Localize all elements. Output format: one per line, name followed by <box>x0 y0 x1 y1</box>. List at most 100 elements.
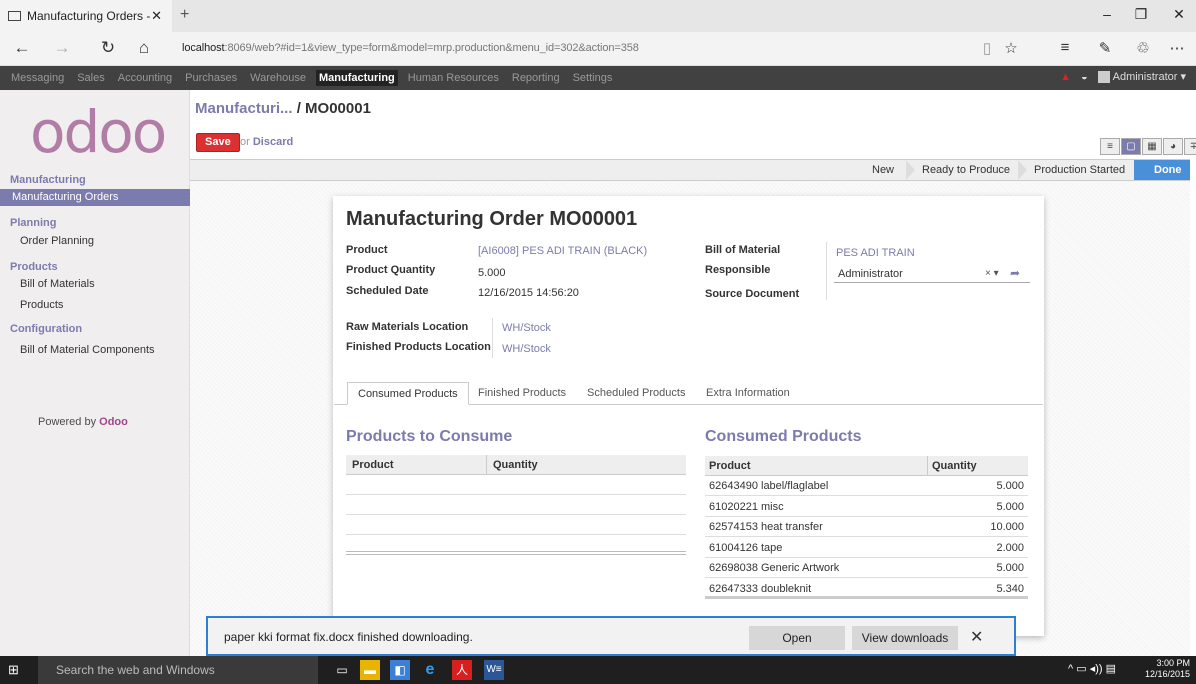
menu-purchases[interactable]: Purchases <box>182 70 240 86</box>
discard-button[interactable]: Discard <box>253 136 293 148</box>
column-product[interactable]: Product <box>352 455 394 475</box>
stage-new[interactable]: New <box>864 160 902 180</box>
clear-dropdown-icon[interactable]: × ▾ <box>985 268 999 279</box>
web-note-icon[interactable]: ✎ <box>1094 39 1116 57</box>
stage-done[interactable]: Done <box>1134 160 1190 180</box>
column-quantity[interactable]: Quantity <box>927 456 977 476</box>
external-link-icon[interactable]: ➦ <box>1010 266 1020 280</box>
home-icon[interactable]: ⌂ <box>132 38 156 58</box>
url-path: :8069/web?#id=1&view_type=form&model=mrp… <box>224 42 639 54</box>
tab-scheduled-products[interactable]: Scheduled Products <box>577 382 695 405</box>
tab-extra-information[interactable]: Extra Information <box>696 382 800 405</box>
table-row <box>346 495 686 515</box>
new-tab-icon[interactable]: + <box>180 6 189 24</box>
to-consume-title: Products to Consume <box>346 428 513 445</box>
user-name: Administrator <box>1112 71 1178 83</box>
stage-chevron-icon <box>1125 160 1134 180</box>
taskbar-search[interactable]: Search the web and Windows <box>38 656 318 684</box>
row-quantity: 2.000 <box>996 542 1024 554</box>
breadcrumb-current: MO00001 <box>305 100 371 117</box>
menu-warehouse[interactable]: Warehouse <box>247 70 309 86</box>
consumed-title: Consumed Products <box>705 428 862 445</box>
graph-view-icon[interactable]: ◕ <box>1163 138 1183 155</box>
close-icon[interactable]: ✕ <box>970 627 983 647</box>
view-downloads-button[interactable]: View downloads <box>852 626 958 650</box>
refresh-icon[interactable]: ↻ <box>96 38 120 58</box>
table-row[interactable]: 61004126 tape 2.000 <box>705 538 1028 558</box>
forward-icon[interactable]: → <box>50 38 74 58</box>
bom-field[interactable]: PES ADI TRAIN <box>836 247 915 259</box>
row-product: 62574153 heat transfer <box>709 521 823 533</box>
share-icon[interactable]: ♲ <box>1132 39 1154 57</box>
sidebar-header-planning: Planning <box>10 217 57 229</box>
close-window-icon[interactable]: ✕ <box>1164 6 1194 23</box>
product-field[interactable]: [AI6008] PES ADI TRAIN (BLACK) <box>478 245 647 257</box>
or-discard: or Discard <box>240 136 293 148</box>
finished-location-field[interactable]: WH/Stock <box>502 343 551 355</box>
sidebar-item-order-planning[interactable]: Order Planning <box>20 233 200 250</box>
clock[interactable]: 3:00 PM 12/16/2015 <box>1142 658 1190 680</box>
column-quantity[interactable]: Quantity <box>486 455 538 475</box>
save-button[interactable]: Save <box>196 133 240 152</box>
close-tab-icon[interactable]: ✕ <box>151 8 162 24</box>
table-row[interactable]: 62643490 label/flaglabel 5.000 <box>705 476 1028 496</box>
more-icon[interactable]: ⋯ <box>1166 39 1188 57</box>
menu-sales[interactable]: Sales <box>74 70 108 86</box>
tab-finished-products[interactable]: Finished Products <box>468 382 576 405</box>
menu-reporting[interactable]: Reporting <box>509 70 563 86</box>
row-quantity: 5.000 <box>996 480 1024 492</box>
column-product[interactable]: Product <box>709 456 751 476</box>
sidebar-item-bom-components[interactable]: Bill of Material Components <box>20 342 200 359</box>
table-row[interactable]: 62574153 heat transfer 10.000 <box>705 517 1028 537</box>
word-icon[interactable]: W≡ <box>484 660 504 680</box>
page-title: Manufacturing Order MO00001 <box>346 208 638 230</box>
scheduled-date-field[interactable]: 12/16/2015 14:56:20 <box>478 287 579 299</box>
edge-icon[interactable]: e <box>420 660 440 680</box>
reading-view-icon[interactable]: ▯ <box>976 39 998 57</box>
view-switcher: ≡ ▢ ▦ ◕ ∓ <box>1100 138 1196 155</box>
menu-settings[interactable]: Settings <box>570 70 616 86</box>
table-row[interactable]: 62647333 doubleknit 5.340 <box>705 579 1028 599</box>
calendar-view-icon[interactable]: ▦ <box>1142 138 1162 155</box>
acrobat-icon[interactable]: 人 <box>452 660 472 680</box>
list-view-icon[interactable]: ≡ <box>1100 138 1120 155</box>
chat-icon[interactable]: ◒ <box>1081 71 1088 83</box>
store-icon[interactable]: ◧ <box>390 660 410 680</box>
menu-messaging[interactable]: Messaging <box>8 70 67 86</box>
menu-manufacturing[interactable]: Manufacturing <box>316 70 398 86</box>
windows-start-icon[interactable]: ⊞ <box>8 662 19 678</box>
stage-ready[interactable]: Ready to Produce <box>914 160 1018 180</box>
sidebar-item-products[interactable]: Products <box>20 297 200 314</box>
favorite-star-icon[interactable]: ☆ <box>1000 39 1022 57</box>
menu-human-resources[interactable]: Human Resources <box>405 70 502 86</box>
task-view-icon[interactable]: ▭ <box>332 660 352 680</box>
open-download-button[interactable]: Open <box>749 626 845 650</box>
quantity-field[interactable]: 5.000 <box>478 267 506 279</box>
powered-by-link[interactable]: Odoo <box>99 416 128 428</box>
tab-consumed-products[interactable]: Consumed Products <box>347 382 469 405</box>
url-host: localhost <box>182 42 225 54</box>
form-view-icon[interactable]: ▢ <box>1121 138 1141 155</box>
row-quantity: 10.000 <box>990 521 1024 533</box>
hub-icon[interactable]: ≡ <box>1054 39 1076 56</box>
url-field[interactable]: localhost:8069/web?#id=1&view_type=form&… <box>182 42 639 54</box>
restore-icon[interactable]: ❐ <box>1126 6 1156 23</box>
odoo-logo[interactable]: odoo <box>30 103 167 161</box>
sidebar-item-manufacturing-orders[interactable]: Manufacturing Orders <box>0 189 190 206</box>
raw-location-field[interactable]: WH/Stock <box>502 322 551 334</box>
table-row[interactable]: 62698038 Generic Artwork 5.000 <box>705 558 1028 578</box>
breadcrumb-parent[interactable]: Manufacturi... <box>195 100 293 117</box>
file-explorer-icon[interactable]: ▬ <box>360 660 380 680</box>
sidebar-item-bill-of-materials[interactable]: Bill of Materials <box>20 276 200 293</box>
minimize-icon[interactable]: – <box>1092 6 1122 22</box>
table-row[interactable]: 61020221 misc 5.000 <box>705 497 1028 517</box>
warning-icon[interactable]: ▲ <box>1060 71 1071 83</box>
menu-accounting[interactable]: Accounting <box>115 70 175 86</box>
system-tray-icons[interactable]: ^ ▭ ◂)) ▤ <box>1068 662 1116 675</box>
gantt-view-icon[interactable]: ∓ <box>1184 138 1196 155</box>
back-icon[interactable]: ← <box>10 38 34 58</box>
responsible-select[interactable]: Administrator <box>834 266 1030 283</box>
browser-tab[interactable]: Manufacturing Orders - ✕ <box>0 0 172 32</box>
stage-started[interactable]: Production Started <box>1026 160 1133 180</box>
user-menu[interactable]: Administrator ▾ <box>1097 70 1186 84</box>
